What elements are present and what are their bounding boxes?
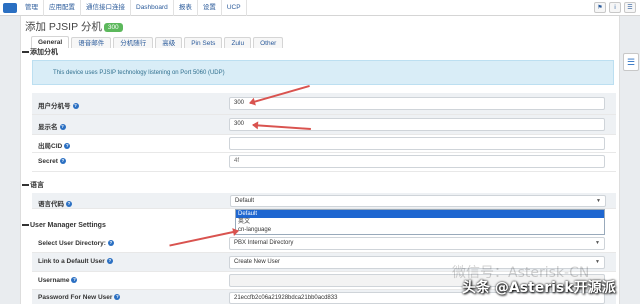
display-name-input[interactable]: 300 [229,118,605,131]
outbound-cid-label: 出局CID? [38,140,71,150]
tab-find-me[interactable]: 分机随行 [113,37,154,48]
help-icon[interactable]: ? [66,201,72,208]
link-default-user-value: Create New User [234,259,281,265]
password-new-user-label: Password For New User? [38,294,121,301]
extension-badge: 300 [103,22,123,32]
user-extension-label: 用户分机号? [38,100,79,110]
page-title-text: 添加 PJSIP 分机 [25,21,102,33]
username-label: Username? [38,277,78,284]
page-title: 添加 PJSIP 分机 300 [25,19,123,34]
password-new-user-label-text: Password For New User [38,294,113,301]
menu-admin[interactable]: 管理 [20,0,44,16]
row-user-directory: Select User Directory:? PBX Internal Dir… [32,235,616,253]
section-dash-icon [22,224,29,227]
left-gutter [0,16,20,304]
username-label-text: Username [38,277,70,284]
help-icon[interactable]: ? [64,143,71,150]
credit-overlay: 头条 @Asterisk开源派 [462,280,616,296]
section-dash-icon [22,184,29,187]
row-display-name: 显示名? 300 [32,115,616,135]
help-icon[interactable]: ? [59,124,66,131]
section-add-extension: 添加分机 [22,47,58,57]
menu-ucp[interactable]: UCP [222,0,247,16]
menu-applications[interactable]: 应用配置 [44,0,81,16]
user-extension-input[interactable]: 300 [229,97,605,110]
display-name-label-text: 显示名 [38,124,58,131]
tab-other[interactable]: Other [253,37,284,48]
user-extension-label-text: 用户分机号 [38,103,71,110]
user-directory-label-text: Select User Directory: [38,240,106,247]
language-option[interactable]: 英文 [236,218,604,226]
user-directory-value: PBX Internal Directory [234,240,294,246]
info-icon[interactable]: i [609,2,621,13]
user-directory-label: Select User Directory:? [38,240,114,247]
nav-right-tools: ⚑ i ☰ [594,2,636,13]
outbound-cid-input[interactable] [229,137,605,150]
section-dash-icon [22,51,29,54]
tab-bar: General 语音邮件 分机随行 高级 Pin Sets Zulu Other [31,36,285,48]
tab-pin-sets[interactable]: Pin Sets [184,37,223,48]
app-logo[interactable] [3,3,17,13]
secret-input[interactable]: 4f [229,155,605,168]
menu-reports[interactable]: 报表 [174,0,198,16]
link-default-user-label-text: Link to a Default User [38,258,105,265]
secret-label: Secret? [38,158,66,165]
tab-voicemail[interactable]: 语音邮件 [71,37,112,48]
menu-settings[interactable]: 设置 [198,0,222,16]
display-name-label: 显示名? [38,121,66,131]
tab-advanced[interactable]: 高级 [155,37,183,48]
top-navigation-bar: 管理 应用配置 通信接口连接 Dashboard 报表 设置 UCP ⚑ i ☰ [0,0,640,16]
help-icon[interactable]: ? [107,240,114,247]
link-default-user-label: Link to a Default User? [38,258,113,265]
language-dropdown[interactable]: Default 英文 cn-language [235,209,605,235]
section-user-manager: User Manager Settings [22,222,106,229]
section-add-extension-label: 添加分机 [30,49,58,56]
section-language: 语言 [22,180,44,190]
language-code-label: 语言代码? [38,198,72,208]
language-option[interactable]: Default [236,210,604,218]
help-icon[interactable]: ? [106,258,113,265]
help-icon[interactable]: ? [114,294,121,301]
help-icon[interactable]: ? [59,158,66,165]
section-user-manager-label: User Manager Settings [30,222,106,229]
language-option[interactable]: cn-language [236,226,604,234]
user-icon[interactable]: ☰ [624,2,636,13]
main-menu: 管理 应用配置 通信接口连接 Dashboard 报表 设置 UCP [20,0,247,16]
help-icon[interactable]: ? [71,277,78,284]
user-directory-select[interactable]: PBX Internal Directory ▼ [229,237,605,250]
info-message: This device uses PJSIP technology listen… [32,60,614,85]
row-outbound-cid: 出局CID? [32,135,616,153]
outbound-cid-label-text: 出局CID [38,143,63,150]
section-language-label: 语言 [30,182,44,189]
help-icon[interactable]: ? [72,103,79,110]
chevron-down-icon: ▼ [595,259,600,265]
secret-label-text: Secret [38,158,58,165]
language-code-label-text: 语言代码 [38,201,64,208]
row-secret: Secret? 4f [32,153,616,172]
chevron-down-icon: ▼ [595,240,600,246]
language-code-select[interactable]: Default ▼ [230,195,606,207]
flag-icon[interactable]: ⚑ [594,2,606,13]
row-user-extension: 用户分机号? 300 [32,93,616,115]
row-language-code: 语言代码? Default ▼ [32,193,616,209]
side-panel-toggle-icon[interactable]: ☰ [623,53,639,71]
menu-connectivity[interactable]: 通信接口连接 [81,0,131,16]
tab-zulu[interactable]: Zulu [224,37,252,48]
language-code-value: Default [235,198,255,204]
chevron-down-icon: ▼ [596,198,601,204]
menu-dashboard[interactable]: Dashboard [131,0,174,16]
